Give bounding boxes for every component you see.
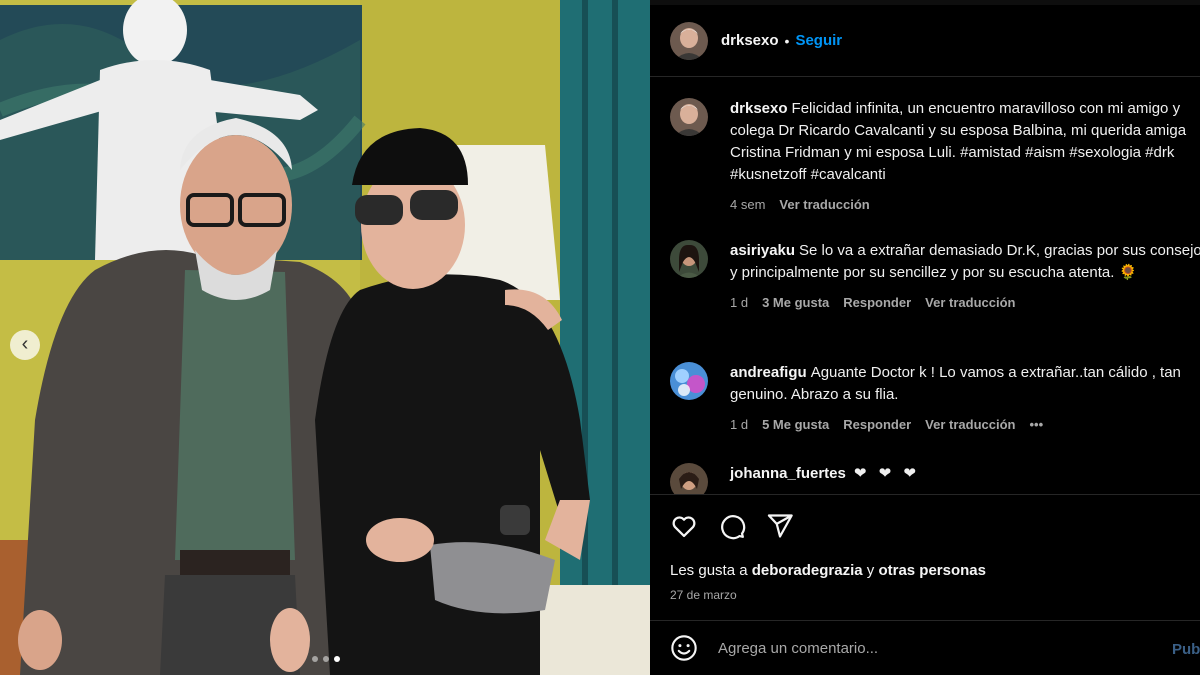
carousel-dots — [312, 656, 340, 662]
add-comment-bar: Pub — [650, 620, 1200, 675]
caption-text: Felicidad infinita, un encuentro maravil… — [730, 100, 1187, 183]
comment-item: asiriyaku Se lo va a extrañar demasiado D… — [670, 240, 1200, 314]
comment-meta: 1 d 3 Me gusta Responder Ver traducción — [730, 292, 1200, 314]
comment-body: andreafigu Aguante Doctor k ! Lo vamos a … — [730, 362, 1200, 436]
comment-text: Se lo va a extrañar demasiado Dr.K, grac… — [730, 242, 1200, 281]
carousel-dot[interactable] — [312, 656, 318, 662]
post-photo[interactable]: ‹ — [0, 0, 650, 675]
comment-likes-link[interactable]: 5 Me gusta — [762, 414, 829, 436]
post-date: 27 de marzo — [670, 588, 737, 602]
commenter-username[interactable]: johanna_fuertes — [730, 465, 846, 482]
comment-age: 1 d — [730, 295, 749, 310]
comment-body: johanna_fuertes ❤ ❤ ❤ — [730, 463, 1200, 494]
caption-age: 4 sem — [730, 197, 766, 212]
photo-illustration — [0, 0, 650, 675]
comment-text: ❤ ❤ ❤ — [853, 465, 920, 482]
section-divider — [650, 494, 1200, 495]
commenter-username[interactable]: asiriyaku — [730, 242, 795, 259]
likes-joiner: y — [866, 562, 875, 579]
emoji-icon[interactable] — [670, 634, 698, 662]
reply-button[interactable]: Responder — [843, 414, 911, 436]
comment-item: johanna_fuertes ❤ ❤ ❤ — [670, 463, 1200, 494]
comment-icon[interactable] — [718, 512, 746, 540]
reply-button[interactable]: Responder — [843, 292, 911, 314]
caption-entry: drksexo Felicidad infinita, un encuentro … — [670, 98, 1200, 216]
follow-button[interactable]: Seguir — [795, 32, 842, 49]
comment-age: 1 d — [730, 417, 749, 432]
author-avatar[interactable] — [670, 21, 708, 60]
carousel-dot-active[interactable] — [334, 656, 340, 662]
translate-link[interactable]: Ver traducción — [925, 414, 1015, 436]
comment-item: andreafigu Aguante Doctor k ! Lo vamos a … — [670, 362, 1200, 436]
comment-input[interactable] — [718, 639, 1138, 657]
caption-username[interactable]: drksexo — [730, 100, 788, 117]
commenter-avatar[interactable] — [670, 362, 708, 400]
translate-link[interactable]: Ver traducción — [925, 292, 1015, 314]
commenter-avatar[interactable] — [670, 463, 708, 494]
heart-icon[interactable] — [670, 512, 698, 540]
likes-prefix: Les gusta a — [670, 562, 748, 579]
publish-button[interactable]: Pub — [1172, 641, 1200, 658]
action-bar — [670, 512, 794, 540]
comment-meta: 1 d 5 Me gusta Responder Ver traducción … — [730, 414, 1200, 436]
comment-body: asiriyaku Se lo va a extrañar demasiado D… — [730, 240, 1200, 314]
comments-list[interactable]: drksexo Felicidad infinita, un encuentro … — [650, 78, 1200, 494]
carousel-prev-button[interactable]: ‹ — [10, 330, 40, 360]
caption-body: drksexo Felicidad infinita, un encuentro … — [730, 98, 1200, 216]
comment-likes-link[interactable]: 3 Me gusta — [762, 292, 829, 314]
likes-summary[interactable]: Les gusta a deboradegrazia y otras perso… — [670, 562, 986, 579]
chevron-left-icon: ‹ — [21, 333, 29, 355]
author-avatar[interactable] — [670, 98, 708, 136]
commenter-username[interactable]: andreafigu — [730, 364, 807, 381]
more-options-icon[interactable]: ••• — [1029, 414, 1043, 436]
post-side-panel: drksexo • Seguir drksexo Felicidad infini… — [650, 0, 1200, 675]
paper-plane-icon[interactable] — [766, 512, 794, 540]
translate-link[interactable]: Ver traducción — [779, 194, 869, 216]
post-header: drksexo • Seguir — [650, 5, 1200, 77]
carousel-dot[interactable] — [323, 656, 329, 662]
likes-others[interactable]: otras personas — [878, 562, 986, 579]
author-username[interactable]: drksexo — [721, 32, 779, 49]
commenter-avatar[interactable] — [670, 240, 708, 278]
separator-bullet: • — [784, 32, 790, 49]
caption-meta: 4 sem Ver traducción — [730, 194, 1200, 216]
liker-username[interactable]: deboradegrazia — [752, 562, 863, 579]
